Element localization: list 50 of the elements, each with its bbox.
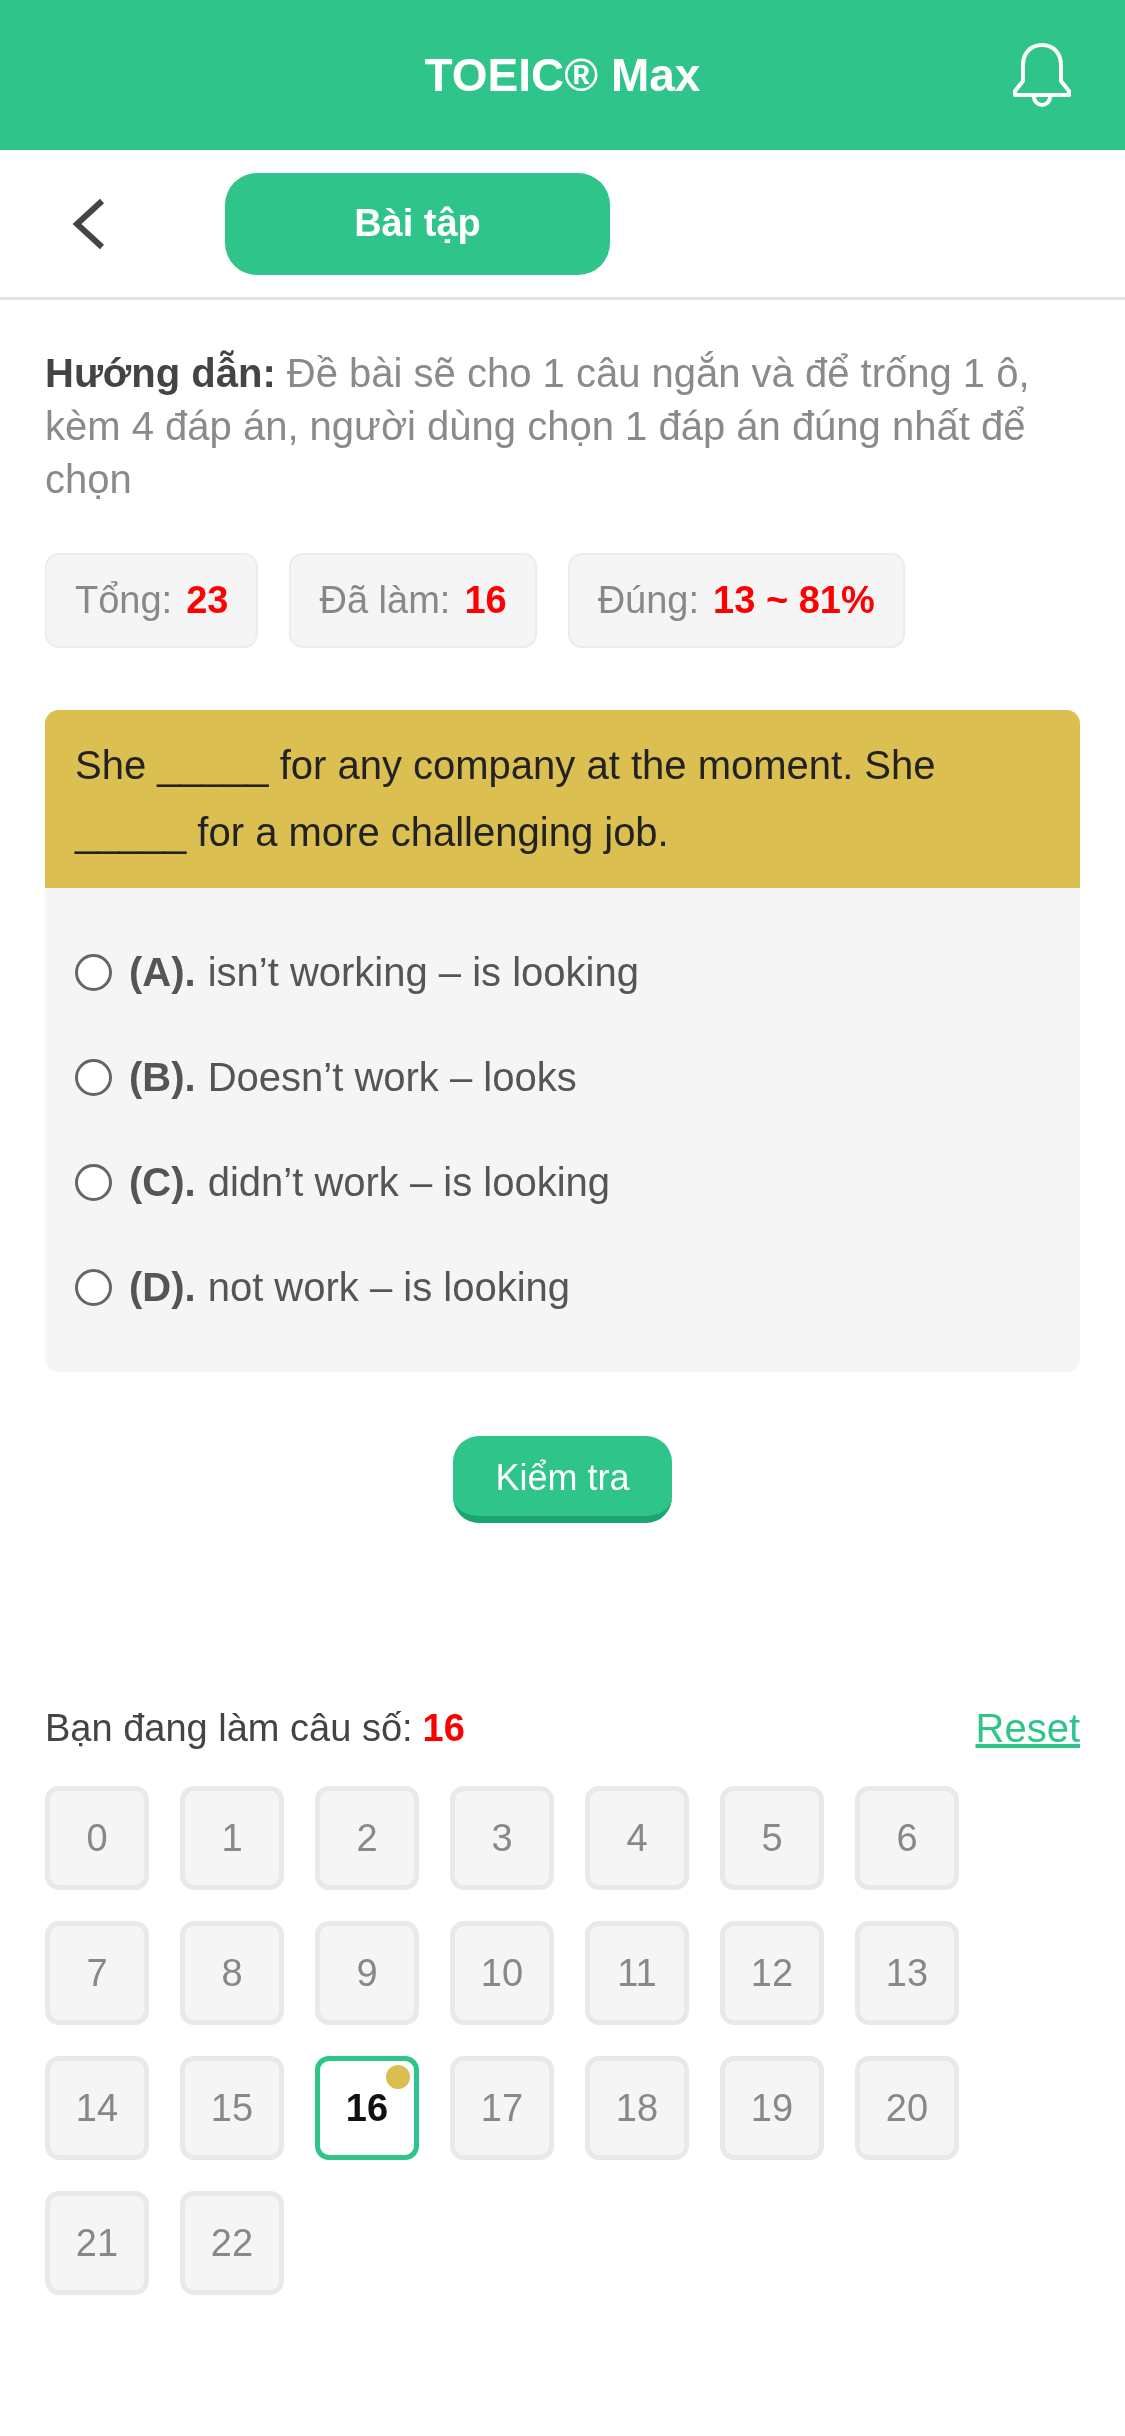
question-number-button[interactable]: 15 bbox=[180, 2056, 284, 2160]
question-number-button[interactable]: 14 bbox=[45, 2056, 149, 2160]
radio-button[interactable] bbox=[75, 1269, 112, 1306]
question-number-button[interactable]: 5 bbox=[720, 1786, 824, 1890]
question-number-button[interactable]: 20 bbox=[855, 2056, 959, 2160]
option-letter: (A). bbox=[129, 950, 196, 995]
current-question-number: 16 bbox=[422, 1706, 465, 1750]
question-number-button[interactable]: 21 bbox=[45, 2191, 149, 2295]
current-question-label: Bạn đang làm câu số: bbox=[45, 1706, 413, 1750]
exercise-button[interactable]: Bài tập bbox=[225, 172, 610, 275]
option-text[interactable]: isn’t working – is looking bbox=[207, 950, 639, 995]
option-letter: (C). bbox=[129, 1160, 196, 1205]
check-button[interactable]: Kiểm tra bbox=[453, 1436, 672, 1523]
question-number-button[interactable]: 18 bbox=[585, 2056, 689, 2160]
chevron-left-icon[interactable] bbox=[72, 197, 106, 250]
question-number-button[interactable]: 1 bbox=[180, 1786, 284, 1890]
stat-label: Đã làm: bbox=[319, 579, 451, 622]
app-title: TOEIC® Max bbox=[424, 48, 701, 102]
question-number-button[interactable]: 7 bbox=[45, 1921, 149, 2025]
stat-value: 13 ~ 81% bbox=[713, 579, 875, 622]
question-number-button[interactable]: 10 bbox=[450, 1921, 554, 2025]
radio-button[interactable] bbox=[75, 954, 112, 991]
question-number-button[interactable]: 12 bbox=[720, 1921, 824, 2025]
stat-label: Tổng: bbox=[75, 579, 173, 622]
question-number-button[interactable]: 4 bbox=[585, 1786, 689, 1890]
question-number-button[interactable]: 2 bbox=[315, 1786, 419, 1890]
option-text[interactable]: didn’t work – is looking bbox=[207, 1160, 611, 1205]
question-number-button[interactable]: 19 bbox=[720, 2056, 824, 2160]
option-text[interactable]: not work – is looking bbox=[207, 1265, 571, 1310]
question-number-button[interactable]: 9 bbox=[315, 1921, 419, 2025]
question-number-button[interactable]: 3 bbox=[450, 1786, 554, 1890]
stat-value: 16 bbox=[464, 579, 507, 622]
question-number-button[interactable]: 0 bbox=[45, 1786, 149, 1890]
radio-button[interactable] bbox=[75, 1059, 112, 1096]
radio-button[interactable] bbox=[75, 1164, 112, 1201]
stat-value: 23 bbox=[186, 579, 229, 622]
option-letter: (B). bbox=[129, 1055, 196, 1100]
question-number-button[interactable]: 16 bbox=[315, 2056, 419, 2160]
option-letter: (D). bbox=[129, 1265, 196, 1310]
stat-label: Đúng: bbox=[597, 579, 700, 622]
question-number-button[interactable]: 17 bbox=[450, 2056, 554, 2160]
question-text: She _____ for any company at the moment. She _____ for a more challenging job. bbox=[75, 742, 937, 856]
reset-link[interactable]: Reset bbox=[975, 1705, 1080, 1751]
instructions-text: Hướng dẫn: Đề bài sẽ cho 1 câu ngắn và để trống 1 ô, kèm 4 đáp án, người dùng chọn 1 đáp án đúng nhất để chọn bbox=[45, 349, 1031, 503]
option-text[interactable]: Doesn’t work – looks bbox=[207, 1055, 577, 1100]
question-number-button[interactable]: 13 bbox=[855, 1921, 959, 2025]
question-number-button[interactable]: 22 bbox=[180, 2191, 284, 2295]
question-number-button[interactable]: 11 bbox=[585, 1921, 689, 2025]
question-number-button[interactable]: 8 bbox=[180, 1921, 284, 2025]
question-number-button[interactable]: 6 bbox=[855, 1786, 959, 1890]
